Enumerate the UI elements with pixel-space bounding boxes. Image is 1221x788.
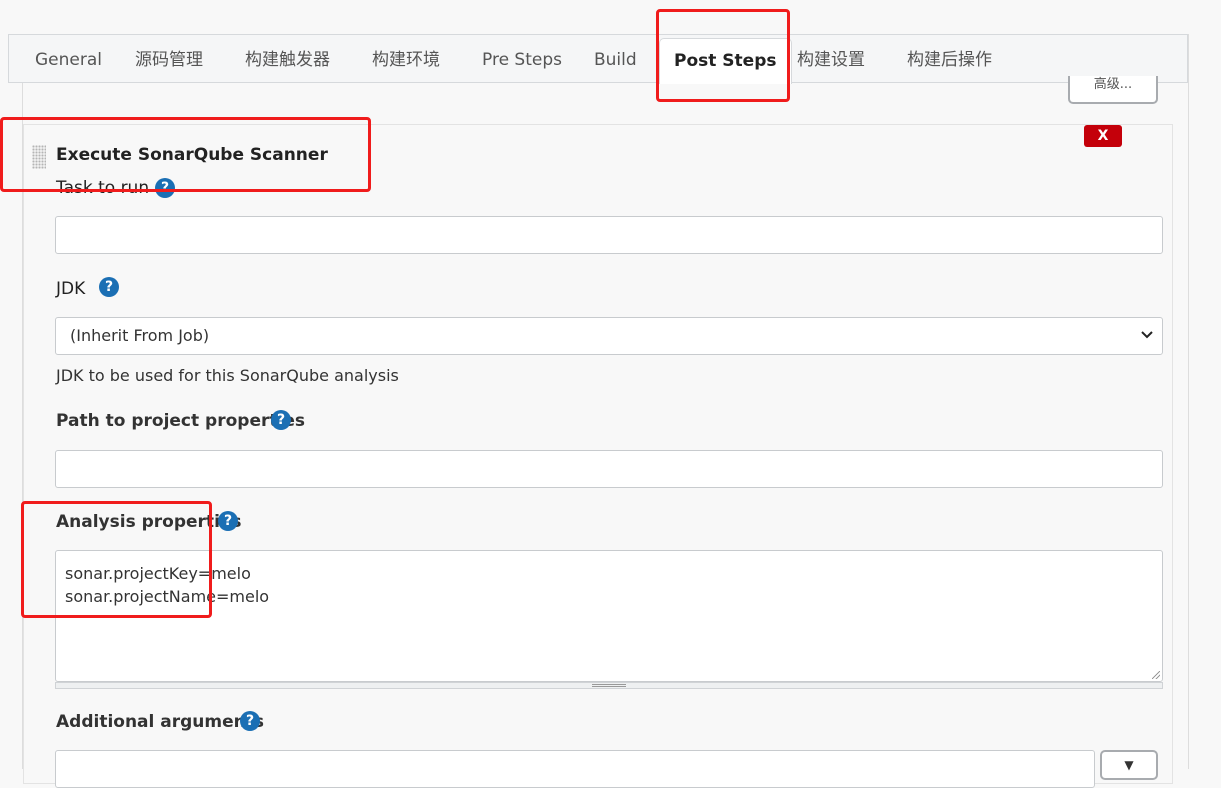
tab-general[interactable]: General <box>35 35 102 83</box>
delete-step-button[interactable]: X <box>1084 125 1122 147</box>
resize-corner-icon[interactable] <box>1152 671 1160 679</box>
question-circle-icon[interactable]: ? <box>218 511 238 531</box>
analysis-properties-textarea[interactable]: sonar.projectKey=melo sonar.projectName=… <box>55 550 1163 682</box>
tab-build-triggers[interactable]: 构建触发器 <box>245 35 330 83</box>
tab-bar: General 源码管理 构建触发器 构建环境 Pre Steps Build … <box>8 34 1188 84</box>
question-circle-icon[interactable]: ? <box>99 277 119 297</box>
tab-build-settings[interactable]: 构建设置 <box>797 35 865 83</box>
question-circle-icon[interactable]: ? <box>271 410 291 430</box>
jdk-help-text: JDK to be used for this SonarQube analys… <box>56 366 399 385</box>
tab-post-build-actions[interactable]: 构建后操作 <box>907 35 992 83</box>
tab-build[interactable]: Build <box>594 35 637 83</box>
advanced-button[interactable]: 高级... <box>1068 76 1158 104</box>
section-title: Execute SonarQube Scanner <box>56 145 328 165</box>
jdk-label: JDK <box>56 279 86 299</box>
content-frame-right <box>1188 34 1189 769</box>
caret-down-icon: ▼ <box>1124 758 1134 772</box>
question-circle-icon[interactable]: ? <box>155 178 175 198</box>
tab-build-environment[interactable]: 构建环境 <box>372 35 440 83</box>
textarea-resize-bar[interactable] <box>55 682 1163 689</box>
tab-post-steps[interactable]: Post Steps <box>659 38 792 84</box>
chevron-down-icon <box>1140 318 1154 368</box>
jdk-selected-value: (Inherit From Job) <box>70 326 210 345</box>
task-to-run-label: Task to run <box>56 178 150 198</box>
additional-arguments-input[interactable] <box>55 750 1095 788</box>
analysis-property-line: sonar.projectKey=melo <box>65 564 251 583</box>
task-to-run-input[interactable] <box>55 216 1163 254</box>
additional-arguments-label: Additional arguments <box>56 712 264 732</box>
project-properties-label: Path to project properties <box>56 411 305 431</box>
tab-source-control[interactable]: 源码管理 <box>135 35 203 83</box>
project-properties-input[interactable] <box>55 450 1163 488</box>
analysis-property-line: sonar.projectName=melo <box>65 587 270 606</box>
jdk-select[interactable]: (Inherit From Job) <box>55 317 1163 355</box>
question-circle-icon[interactable]: ? <box>240 711 260 731</box>
grip-icon <box>592 684 626 687</box>
expand-dropdown-button[interactable]: ▼ <box>1100 750 1158 780</box>
advanced-button-label: 高级... <box>1093 77 1133 92</box>
tab-pre-steps[interactable]: Pre Steps <box>482 35 562 83</box>
drag-handle-icon[interactable] <box>32 145 46 169</box>
analysis-properties-label: Analysis properties <box>56 512 242 532</box>
